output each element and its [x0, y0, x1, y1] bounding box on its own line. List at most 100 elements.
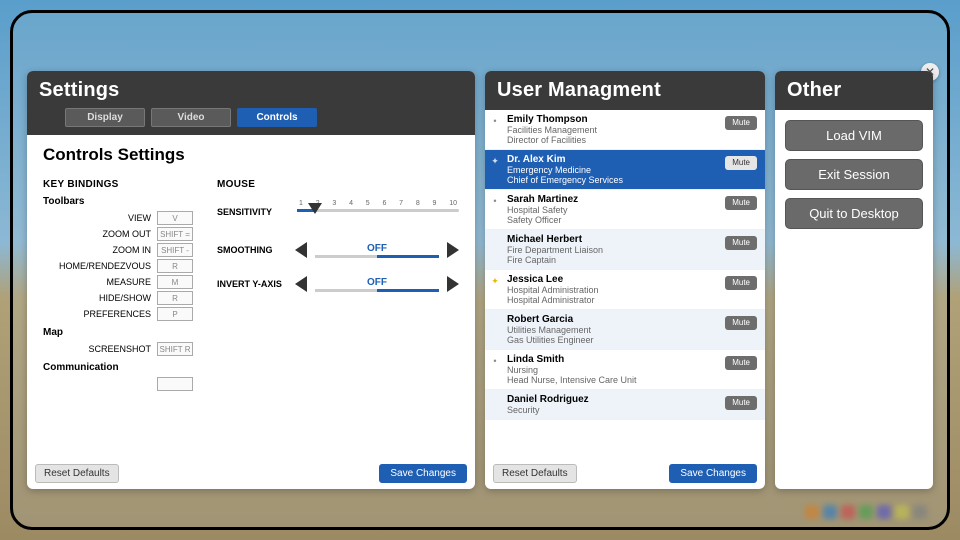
settings-reset-button[interactable]: Reset Defaults — [35, 464, 119, 483]
user-row[interactable]: Michael HerbertFire Department LiaisonFi… — [485, 230, 765, 270]
kb-row: HOME/RENDEZVOUSR — [43, 259, 193, 273]
settings-header: Settings Display Video Controls — [27, 71, 475, 135]
invert-label: INVERT Y-AXIS — [217, 279, 287, 289]
mute-button[interactable]: Mute — [725, 356, 757, 370]
exit-session-button[interactable]: Exit Session — [785, 159, 923, 190]
user-role: Gas Utilities Engineer — [507, 335, 719, 345]
settings-save-button[interactable]: Save Changes — [379, 464, 467, 483]
user-row[interactable]: •Emily ThompsonFacilities ManagementDire… — [485, 110, 765, 150]
mute-button[interactable]: Mute — [725, 196, 757, 210]
sensitivity-slider[interactable]: 12345678910 — [297, 200, 459, 224]
kb-label: PREFERENCES — [43, 309, 151, 319]
other-panel: Other Load VIM Exit Session Quit to Deskto… — [775, 71, 933, 489]
load-vim-button[interactable]: Load VIM — [785, 120, 923, 151]
map-subhead: Map — [43, 327, 193, 338]
kb-row: VIEW V — [43, 211, 193, 225]
keybindings-header: KEY BINDINGS — [43, 179, 193, 190]
user-name: Daniel Rodriguez — [507, 394, 719, 405]
invert-prev-icon[interactable] — [295, 276, 307, 292]
user-dept: Hospital Safety — [507, 205, 719, 215]
kb-row — [43, 377, 193, 391]
invert-next-icon[interactable] — [447, 276, 459, 292]
plus-icon: ✦ — [489, 154, 501, 167]
mute-button[interactable]: Mute — [725, 156, 757, 170]
mute-button[interactable]: Mute — [725, 396, 757, 410]
kb-label: SCREENSHOT — [43, 344, 151, 354]
other-header: Other — [775, 71, 933, 110]
smoothing-value: OFF — [315, 243, 439, 258]
user-row[interactable]: Daniel RodriguezSecurity Mute — [485, 390, 765, 420]
kb-row: SCREENSHOT SHIFT R — [43, 342, 193, 356]
user-dept: Security — [507, 405, 719, 415]
mute-button[interactable]: Mute — [725, 316, 757, 330]
taskbar — [13, 497, 947, 527]
taskbar-icon — [913, 505, 927, 519]
users-title: User Managment — [497, 79, 753, 102]
users-panel: User Managment • Emily ThompsonFacilities… — [485, 71, 765, 489]
user-row[interactable]: •Sarah MartinezHospital SafetySafety Off… — [485, 190, 765, 230]
user-name: Dr. Alex Kim — [507, 154, 719, 165]
user-text: Robert GarciaUtilities ManagementGas Uti… — [507, 314, 719, 345]
taskbar-icon — [805, 505, 819, 519]
user-role: Director of Facilities — [507, 135, 719, 145]
settings-scroll[interactable]: Controls Settings KEY BINDINGS Toolbars … — [27, 135, 475, 458]
app-window: ✕ Settings DisplayVideoControls Controls… — [10, 10, 950, 530]
kb-box[interactable]: SHIFT - — [157, 243, 193, 257]
user-name: Sarah Martinez — [507, 194, 719, 205]
users-save-button[interactable]: Save Changes — [669, 464, 757, 483]
kb-label: HIDE/SHOW — [43, 293, 151, 303]
user-text: Daniel RodriguezSecurity — [507, 394, 719, 415]
user-row[interactable]: Robert GarciaUtilities ManagementGas Uti… — [485, 310, 765, 350]
user-text: Linda SmithNursingHead Nurse, Intensive … — [507, 354, 719, 385]
mouse-header: MOUSE — [217, 179, 459, 190]
kb-row: ZOOM INSHIFT - — [43, 243, 193, 257]
tab-display[interactable]: Display — [65, 108, 145, 127]
comm-subhead: Communication — [43, 362, 193, 373]
tab-video[interactable]: Video — [151, 108, 231, 127]
smoothing-row: SMOOTHING OFF — [217, 242, 459, 258]
kb-label: ZOOM OUT — [43, 229, 151, 239]
user-row[interactable]: • Linda SmithNursingHead Nurse, Intensive… — [485, 350, 765, 390]
users-scroll[interactable]: • Emily ThompsonFacilities ManagementDire… — [485, 110, 765, 458]
kb-box[interactable] — [157, 377, 193, 391]
quit-to-desktop-button[interactable]: Quit to Desktop — [785, 198, 923, 229]
dot-icon: • — [489, 354, 501, 366]
kb-label: VIEW — [43, 213, 151, 223]
kb-box[interactable]: SHIFT = — [157, 227, 193, 241]
settings-title: Settings — [39, 79, 463, 102]
taskbar-icon — [841, 505, 855, 519]
kb-box[interactable]: SHIFT R — [157, 342, 193, 356]
kb-box[interactable]: P — [157, 307, 193, 321]
user-row[interactable]: ✦ Dr. Alex KimEmergency MedicineChief of … — [485, 150, 765, 190]
user-dept: Utilities Management — [507, 325, 719, 335]
other-title: Other — [787, 79, 921, 102]
kb-box[interactable]: M — [157, 275, 193, 289]
kb-box[interactable]: V — [157, 211, 193, 225]
smoothing-prev-icon[interactable] — [295, 242, 307, 258]
star-icon: ✦ — [489, 274, 501, 287]
tab-controls[interactable]: Controls — [237, 108, 317, 127]
kb-row: ZOOM OUT SHIFT = — [43, 227, 193, 241]
user-dept: Hospital Administration — [507, 285, 719, 295]
users-reset-button[interactable]: Reset Defaults — [493, 464, 577, 483]
user-name: Emily Thompson — [507, 114, 719, 125]
user-text: Emily ThompsonFacilities ManagementDirec… — [507, 114, 719, 145]
user-dept: Facilities Management — [507, 125, 719, 135]
user-name: Jessica Lee — [507, 274, 719, 285]
mute-button[interactable]: Mute — [725, 276, 757, 290]
user-row[interactable]: ✦ Jessica LeeHospital AdministrationHospi… — [485, 270, 765, 310]
user-text: Sarah MartinezHospital SafetySafety Offi… — [507, 194, 719, 225]
kb-box[interactable]: R — [157, 259, 193, 273]
user-dept: Fire Department Liaison — [507, 245, 719, 255]
user-text: Jessica LeeHospital AdministrationHospit… — [507, 274, 719, 305]
settings-tabs: Display Video Controls — [39, 108, 463, 127]
none-icon — [489, 234, 501, 236]
mute-button[interactable]: Mute — [725, 116, 757, 130]
mute-button[interactable]: Mute — [725, 236, 757, 250]
kb-box[interactable]: R — [157, 291, 193, 305]
smoothing-next-icon[interactable] — [447, 242, 459, 258]
panels-row: Settings Display Video Controls Controls S… — [27, 71, 933, 489]
kb-row: MEASUREM — [43, 275, 193, 289]
user-text: Dr. Alex KimEmergency MedicineChief of E… — [507, 154, 719, 185]
toolbars-subhead: Toolbars — [43, 196, 193, 207]
